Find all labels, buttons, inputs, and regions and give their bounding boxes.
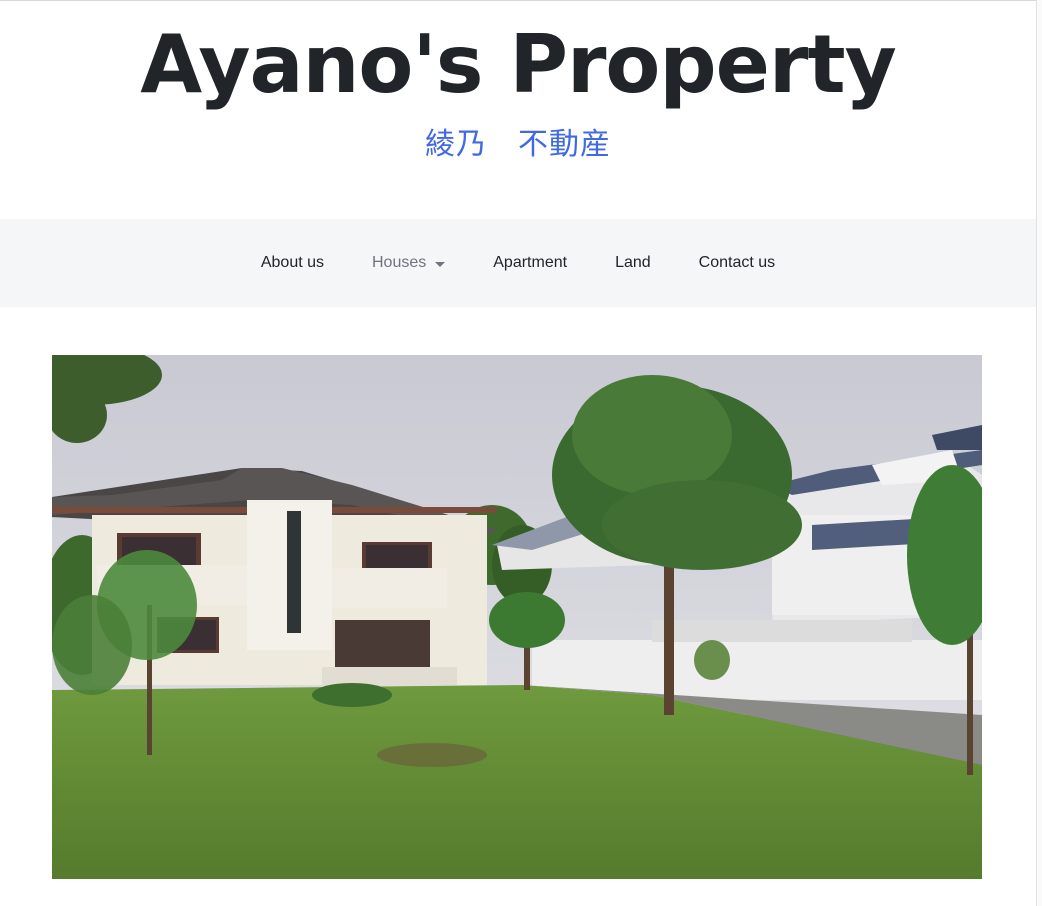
nav-item-label: Houses [372, 254, 427, 271]
nav-item-land[interactable]: Land [591, 246, 675, 280]
window-scroll-edge [1036, 0, 1042, 906]
nav-item-label: Apartment [493, 254, 568, 271]
nav-item-houses-dropdown[interactable]: Houses [348, 246, 469, 280]
caret-down-icon [435, 261, 446, 267]
nav-item-label: About us [260, 254, 324, 271]
nav-item-label: Land [615, 254, 651, 271]
nav-item-about-us[interactable]: About us [237, 246, 348, 280]
nav-list: About us Houses Apartment Land Contact u… [0, 219, 1036, 307]
site-title: Ayano's Property [140, 18, 896, 111]
site-subtitle: 綾乃 不動産 [425, 127, 611, 162]
main-navbar: About us Houses Apartment Land Contact u… [0, 219, 1036, 307]
nav-item-label: Contact us [698, 254, 776, 271]
nav-item-contact-us[interactable]: Contact us [675, 246, 799, 280]
house-photo [52, 355, 982, 879]
hero-image [52, 355, 982, 879]
site-header: Ayano's Property 綾乃 不動産 [0, 1, 1036, 219]
nav-item-apartment[interactable]: Apartment [469, 246, 591, 280]
